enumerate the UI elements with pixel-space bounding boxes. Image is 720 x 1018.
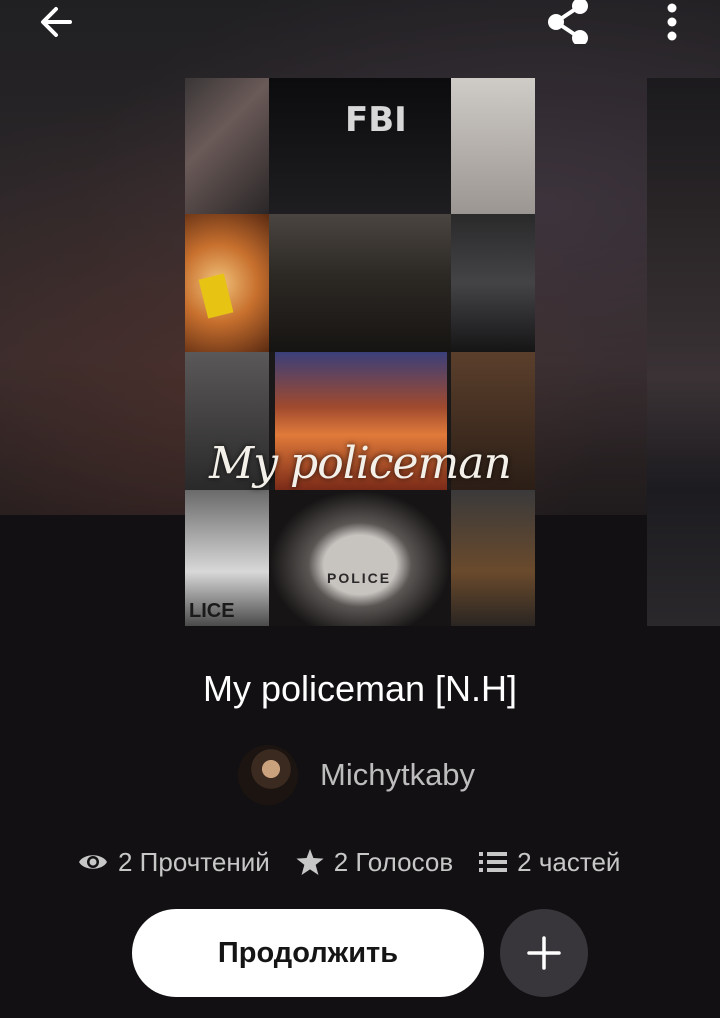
cover-tile — [451, 78, 535, 214]
cover-badge-lice: LICE — [189, 600, 235, 622]
back-button[interactable] — [24, 0, 88, 44]
votes-count: 2 Голосов — [333, 846, 454, 877]
cover-tile — [269, 78, 451, 214]
cover-tile — [451, 490, 535, 626]
cover-badge-police: POLICE — [327, 570, 392, 586]
author-name: Michytkaby — [320, 757, 476, 792]
reads-stat: 2 Прочтений — [78, 847, 270, 878]
reads-count: 2 Прочтений — [118, 846, 270, 877]
plus-icon — [527, 936, 561, 970]
cover-tile — [185, 78, 269, 214]
more-vertical-icon — [667, 3, 677, 41]
list-icon — [479, 852, 508, 872]
story-title: My policeman [N.H] — [202, 668, 518, 709]
more-options-button[interactable] — [650, 0, 694, 44]
add-to-library-button[interactable] — [500, 909, 588, 997]
star-icon — [296, 849, 324, 875]
cover-overlay-title: My policeman — [209, 438, 512, 489]
cover-tile — [269, 214, 451, 352]
cover-tile — [269, 490, 451, 626]
story-stats: 2 Прочтений 2 Голосов 2 частей — [78, 842, 646, 882]
story-cover[interactable]: FBI LICE POLICE My policeman — [185, 78, 535, 626]
eye-icon — [79, 855, 107, 869]
share-icon — [548, 0, 588, 44]
avatar — [238, 745, 298, 805]
cover-tile — [185, 214, 269, 352]
next-story-cover[interactable] — [647, 78, 720, 626]
parts-stat: 2 частей — [479, 847, 620, 878]
cover-badge-fbi: FBI — [345, 100, 407, 140]
parts-count: 2 частей — [517, 846, 621, 877]
cover-tile — [451, 214, 535, 352]
arrow-left-icon — [41, 7, 72, 37]
continue-reading-button[interactable]: Продолжить — [132, 909, 484, 997]
votes-stat: 2 Голосов — [296, 847, 453, 878]
author-link[interactable]: Michytkaby — [238, 744, 475, 806]
share-button[interactable] — [536, 0, 600, 44]
